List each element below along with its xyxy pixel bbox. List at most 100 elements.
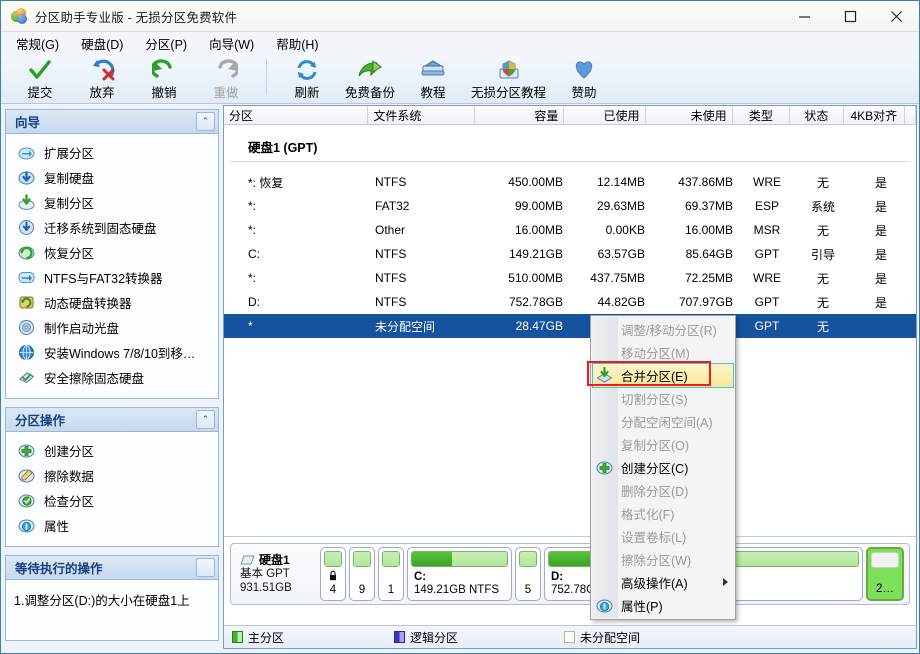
toolbar-refresh-button[interactable]: 刷新 [276,55,338,101]
close-button[interactable] [873,1,919,32]
minimize-button[interactable] [781,1,827,32]
create-partition-icon [18,442,35,459]
column-header-used[interactable]: 已使用 [564,106,645,124]
sidebar-item-copy-disk[interactable]: 复制硬盘 [6,165,218,190]
table-row[interactable]: *: FAT32 99.00MB 29.63MB 69.37MB ESP 系统 … [224,194,916,218]
menu-partition[interactable]: 分区(P) [134,31,198,56]
context-menu-item-set-label[interactable]: 设置卷标(L) [591,525,735,548]
toolbar-commit-button[interactable]: 提交 [9,55,71,101]
partition-block-c[interactable]: C: 149.21GB NTFS [407,547,512,601]
toolbar-undo-button[interactable]: 撤销 [133,55,195,101]
context-menu-item-delete-partition[interactable]: 删除分区(D) [591,479,735,502]
sidebar-item-check-partition[interactable]: 检查分区 [6,488,218,513]
chevron-up-icon[interactable]: ⌃ [196,410,215,429]
sidebar-label: 安装Windows 7/8/10到移… [44,343,195,362]
pending-operations-title: 等待执行的操作 [15,558,103,577]
sidebar-item-win-to-go[interactable]: 安装Windows 7/8/10到移… [6,340,218,365]
menu-disk[interactable]: 硬盘(D) [70,31,134,56]
app-icon [10,7,28,25]
cell-partition: *: [224,271,370,285]
context-menu-label: 切割分区(S) [621,389,688,408]
context-menu-item-wipe-partition[interactable]: 擦除分区(W) [591,548,735,571]
menu-bar: 常规(G) 硬盘(D) 分区(P) 向导(W) 帮助(H) [1,32,919,55]
menu-wizard[interactable]: 向导(W) [198,31,265,56]
cell-type: GPT [738,295,796,309]
partition-block[interactable]: 9 [349,547,375,601]
context-menu-item-format[interactable]: 格式化(F) [591,502,735,525]
chevron-right-icon [723,578,728,586]
sidebar-item-wipe-data[interactable]: 擦除数据 [6,463,218,488]
table-row[interactable]: *: Other 16.00MB 0.00KB 16.00MB MSR 无 是 [224,218,916,242]
toolbar-redo-label: 重做 [213,82,238,101]
cell-partition: C: [224,247,370,261]
cell-filesystem: NTFS [370,247,478,261]
book-icon [420,58,446,81]
column-header-alignment[interactable]: 4KB对齐 [844,106,905,124]
usage-bar [353,551,371,567]
context-menu-item-advanced[interactable]: 高级操作(A) [591,571,735,594]
partition-block[interactable]: 4 [320,547,346,601]
sidebar-item-properties[interactable]: 属性 [6,513,218,538]
chevron-up-icon[interactable] [196,558,215,577]
context-menu-label: 创建分区(C) [621,458,688,477]
table-row[interactable]: D: NTFS 752.78GB 44.82GB 707.97GB GPT 无 … [224,290,916,314]
partition-block-text: 9 [350,567,374,600]
partition-block-unallocated-selected[interactable]: 2… [866,547,904,601]
context-menu-item-create-partition[interactable]: 创建分区(C) [591,456,735,479]
toolbar-tutorial-button[interactable]: 教程 [402,55,464,101]
partition-block-detail: 9 [359,584,365,597]
context-menu-item-properties[interactable]: 属性(P) [591,594,735,617]
partition-block[interactable]: 5 [515,547,541,601]
toolbar-redo-button[interactable]: 重做 [195,55,257,101]
column-header-partition[interactable]: 分区 [224,106,368,124]
column-header-unused[interactable]: 未使用 [646,106,733,124]
context-menu-item-move[interactable]: 移动分区(M) [591,341,735,364]
context-menu-label: 删除分区(D) [621,481,688,500]
sidebar-item-extend-partition[interactable]: 扩展分区 [6,140,218,165]
shield-box-icon [496,58,522,81]
toolbar-guide-label: 无损分区教程 [471,82,546,101]
partition-block-label: C: [414,571,505,584]
chevron-up-icon[interactable]: ⌃ [196,112,215,131]
cell-unused: 69.37MB [650,199,738,213]
sidebar-item-bootable-cd[interactable]: 制作启动光盘 [6,315,218,340]
context-menu-item-split[interactable]: 切割分区(S) [591,387,735,410]
sidebar-item-recover-partition[interactable]: 恢复分区 [6,240,218,265]
table-row[interactable]: *: NTFS 510.00MB 437.75MB 72.25MB WRE 无 … [224,266,916,290]
sidebar-item-dynamic-disk[interactable]: 动态硬盘转换器 [6,290,218,315]
context-menu-item-copy-partition[interactable]: 复制分区(O) [591,433,735,456]
disk-row[interactable]: 硬盘1 基本 GPT 931.51GB 4 [230,543,910,605]
disk-group-title: 硬盘1 (GPT) [230,125,910,162]
column-header-filesystem[interactable]: 文件系统 [368,106,475,124]
context-menu-item-resize-move[interactable]: 调整/移动分区(R) [591,318,735,341]
table-row-selected[interactable]: * 未分配空间 28.47GB GPT 无 [224,314,916,338]
cell-partition: *: [224,223,370,237]
table-row[interactable]: *: 恢复 NTFS 450.00MB 12.14MB 437.86MB WRE… [224,170,916,194]
context-menu-label: 设置卷标(L) [621,527,686,546]
legend-primary: 主分区 [232,629,284,646]
maximize-button[interactable] [827,1,873,32]
toolbar-donate-button[interactable]: 赞助 [553,55,615,101]
dynamic-disk-icon [18,294,35,311]
sidebar-item-copy-partition[interactable]: 复制分区 [6,190,218,215]
cell-status: 引导 [796,246,850,263]
sidebar-item-convert-fs[interactable]: NTFS与FAT32转换器 [6,265,218,290]
toolbar-backup-button[interactable]: 免费备份 [338,55,402,101]
toolbar-guide-button[interactable]: 无损分区教程 [464,55,553,101]
pending-operation-item[interactable]: 1.调整分区(D:)的大小在硬盘1上 [14,590,210,609]
toolbar-commit-label: 提交 [27,82,52,101]
column-header-capacity[interactable]: 容量 [475,106,564,124]
partition-block-detail: 1 [388,584,394,597]
partition-block[interactable]: 1 [378,547,404,601]
menu-help[interactable]: 帮助(H) [265,31,329,56]
column-header-status[interactable]: 状态 [790,106,844,124]
context-menu-item-allocate-free-space[interactable]: 分配空闲空间(A) [591,410,735,433]
menu-general[interactable]: 常规(G) [5,31,70,56]
table-row[interactable]: C: NTFS 149.21GB 63.57GB 85.64GB GPT 引导 … [224,242,916,266]
column-header-type[interactable]: 类型 [733,106,790,124]
sidebar-item-secure-erase[interactable]: 安全擦除固态硬盘 [6,365,218,390]
context-menu-item-merge[interactable]: 合并分区(E) [591,364,735,387]
sidebar-item-migrate-os[interactable]: 迁移系统到固态硬盘 [6,215,218,240]
toolbar-discard-button[interactable]: 放弃 [71,55,133,101]
sidebar-item-create-partition[interactable]: 创建分区 [6,438,218,463]
